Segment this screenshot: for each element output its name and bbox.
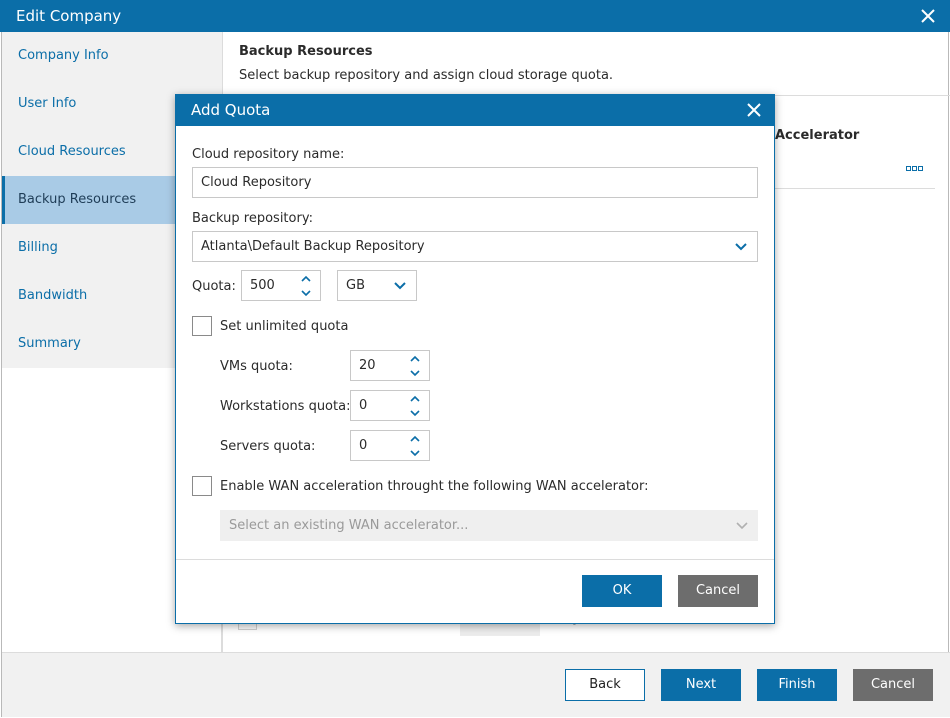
- column-header-accelerator: Accelerator: [775, 128, 860, 143]
- dialog-title: Add Quota: [191, 101, 271, 119]
- page-subtitle: Select backup repository and assign clou…: [239, 68, 614, 83]
- next-button[interactable]: Next: [661, 669, 741, 701]
- close-icon[interactable]: [746, 102, 762, 118]
- quota-value: 500: [250, 278, 275, 293]
- page-title: Backup Resources: [239, 44, 373, 59]
- servers-quota-stepper[interactable]: 0: [350, 430, 430, 461]
- repo-name-label: Cloud repository name:: [192, 147, 345, 162]
- chevron-down-icon: [735, 243, 747, 251]
- backup-repo-value: Atlanta\Default Backup Repository: [201, 239, 425, 254]
- backup-repo-select[interactable]: Atlanta\Default Backup Repository: [192, 231, 758, 262]
- repo-name-field[interactable]: Cloud Repository: [192, 167, 758, 198]
- chevron-down-icon: [394, 282, 406, 290]
- backup-repo-label: Backup repository:: [192, 211, 313, 226]
- wan-acceleration-checkbox[interactable]: [192, 476, 212, 496]
- spinner-arrows-icon[interactable]: [409, 435, 421, 457]
- wan-acceleration-label: Enable WAN acceleration throught the fol…: [220, 479, 649, 494]
- window-titlebar: Edit Company: [0, 0, 950, 32]
- quota-unit-select[interactable]: GB: [337, 270, 417, 301]
- servers-quota-value: 0: [359, 438, 368, 453]
- dialog-cancel-button[interactable]: Cancel: [678, 575, 758, 607]
- spinner-arrows-icon[interactable]: [300, 275, 312, 297]
- spinner-arrows-icon[interactable]: [409, 355, 421, 377]
- finish-button[interactable]: Finish: [757, 669, 837, 701]
- cancel-button[interactable]: Cancel: [853, 669, 933, 701]
- servers-quota-label: Servers quota:: [220, 439, 316, 454]
- workstations-quota-label: Workstations quota:: [220, 399, 351, 414]
- close-icon[interactable]: [918, 6, 938, 26]
- workstations-quota-stepper[interactable]: 0: [350, 390, 430, 421]
- unlimited-quota-label: Set unlimited quota: [220, 319, 349, 334]
- unlimited-quota-checkbox[interactable]: [192, 316, 212, 336]
- spinner-arrows-icon[interactable]: [409, 395, 421, 417]
- more-options-icon[interactable]: [906, 166, 924, 172]
- vms-quota-stepper[interactable]: 20: [350, 350, 430, 381]
- sidebar-item-company-info[interactable]: Company Info: [2, 32, 222, 80]
- wan-accelerator-select: Select an existing WAN accelerator...: [220, 510, 758, 541]
- quota-label: Quota:: [192, 279, 236, 294]
- content-header: Backup Resources Select backup repositor…: [223, 32, 950, 96]
- window-title: Edit Company: [16, 7, 122, 25]
- quota-unit-value: GB: [346, 278, 365, 293]
- vms-quota-value: 20: [359, 358, 376, 373]
- chevron-down-icon: [736, 522, 748, 530]
- add-quota-dialog: Add Quota Cloud repository name: Cloud R…: [175, 94, 775, 624]
- workstations-quota-value: 0: [359, 398, 368, 413]
- wan-accelerator-placeholder: Select an existing WAN accelerator...: [229, 518, 469, 533]
- quota-stepper[interactable]: 500: [241, 270, 321, 301]
- background-select: [460, 622, 540, 636]
- dialog-titlebar: Add Quota: [176, 95, 774, 126]
- back-button[interactable]: Back: [565, 669, 645, 701]
- column-separator: [775, 188, 935, 189]
- vms-quota-label: VMs quota:: [220, 359, 293, 374]
- ok-button[interactable]: OK: [582, 575, 662, 607]
